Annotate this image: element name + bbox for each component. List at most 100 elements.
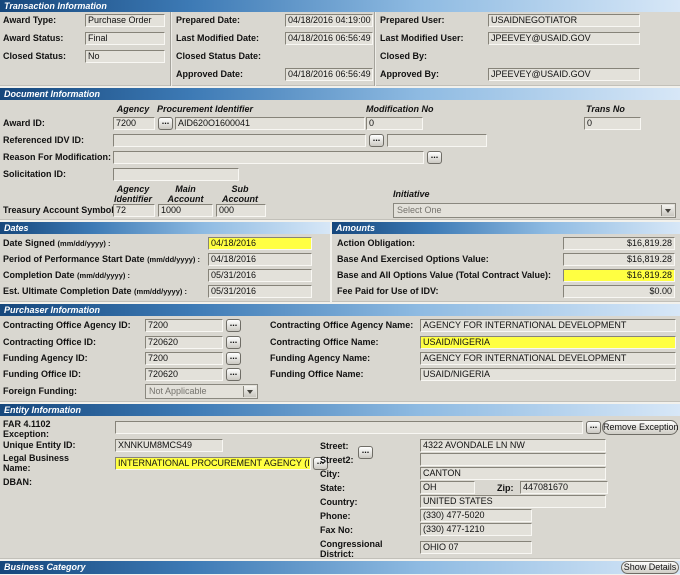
show-details-button[interactable]: Show Details [621,561,679,574]
last-modified-user-field[interactable]: JPEEVEY@USAID.GOV [488,32,640,45]
award-id-piid-field[interactable]: AID620O1600041 [175,117,365,130]
award-id-modification-no-field[interactable]: 0 [366,117,423,130]
funding-office-name-field[interactable]: USAID/NIGERIA [420,368,676,381]
main-account-line2: Account [158,194,213,204]
initiative-column-header: Initiative [393,189,430,199]
congressional-district-label-line1: Congressional [320,539,383,549]
award-status-field[interactable]: Final [85,32,165,45]
entity-section: FAR 4.1102 Exception: ... Remove Excepti… [0,416,680,559]
treasury-account-symbol-label: Treasury Account Symbol: [3,204,117,217]
closed-status-label: Closed Status: [3,50,66,63]
referenced-idv-id-mod-field[interactable] [387,134,487,147]
column-divider [374,12,376,86]
contracting-office-id-field[interactable]: 720620 [145,336,223,349]
referenced-idv-id-lookup-button[interactable]: ... [369,134,384,147]
date-signed-label: Date Signed (mm/dd/yyyy) : [3,237,110,250]
funding-agency-name-field[interactable]: AGENCY FOR INTERNATIONAL DEVELOPMENT [420,352,676,365]
tas-main-account-field[interactable]: 1000 [158,204,213,217]
funding-office-id-lookup-button[interactable]: ... [226,368,241,381]
funding-office-id-label: Funding Office ID: [3,368,81,381]
award-id-agency-field[interactable]: 7200 [113,117,155,130]
purchaser-section-title: Purchaser Information [4,305,100,315]
est-ultimate-completion-date-field[interactable]: 05/31/2016 [208,285,312,298]
est-ultimate-completion-date-label-text: Est. Ultimate Completion Date [3,286,132,296]
base-and-exercised-options-value-field[interactable]: $16,819.28 [563,253,675,266]
address-lookup-button[interactable]: ... [358,446,373,459]
fee-paid-for-use-of-idv-field[interactable]: $0.00 [563,285,675,298]
fax-no-label: Fax No: [320,524,353,537]
far-exception-lookup-button[interactable]: ... [586,421,601,434]
prepared-user-field[interactable]: USAIDNEGOTIATOR [488,14,640,27]
reason-for-modification-lookup-button[interactable]: ... [427,151,442,164]
far-exception-label: FAR 4.1102 Exception: [3,419,51,439]
completion-date-label: Completion Date (mm/dd/yyyy) : [3,269,130,282]
reason-for-modification-field[interactable] [113,151,424,164]
far-exception-field[interactable] [115,421,583,434]
action-obligation-field[interactable]: $16,819.28 [563,237,675,250]
city-label: City: [320,468,340,481]
contracting-office-agency-name-field[interactable]: AGENCY FOR INTERNATIONAL DEVELOPMENT [420,319,676,332]
document-section: Agency Procurement Identifier Modificati… [0,100,680,220]
amounts-section: Action Obligation: $16,819.28 Base And E… [332,234,680,302]
main-account-column-header: Main Account [158,184,213,204]
foreign-funding-dropdown[interactable]: Not Applicable [145,384,258,399]
contracting-office-agency-id-lookup-button[interactable]: ... [226,319,241,332]
state-field[interactable]: OH [420,481,475,494]
est-ultimate-completion-date-label: Est. Ultimate Completion Date (mm/dd/yyy… [3,285,187,298]
contracting-office-agency-id-field[interactable]: 7200 [145,319,223,332]
referenced-idv-id-field[interactable] [113,134,366,147]
solicitation-id-field[interactable] [113,168,239,181]
legal-business-name-field[interactable]: INTERNATIONAL PROCUREMENT AGENCY (I [115,457,311,470]
congressional-district-field[interactable]: OHIO 07 [420,541,532,554]
solicitation-id-label: Solicitation ID: [3,168,66,181]
funding-office-id-field[interactable]: 720620 [145,368,223,381]
base-and-all-options-value-label: Base and All Options Value (Total Contra… [337,269,551,282]
foreign-funding-selected-value: Not Applicable [149,386,207,396]
est-ultimate-completion-date-format-hint: (mm/dd/yyyy) : [134,287,187,296]
prepared-date-field[interactable]: 04/18/2016 04:19:00 [285,14,373,27]
city-field[interactable]: CANTON [420,467,606,480]
legal-business-name-label-line1: Legal Business [3,453,69,463]
unique-entity-id-field[interactable]: XNNKUM8MCS49 [115,439,223,452]
award-id-trans-no-field[interactable]: 0 [584,117,641,130]
award-type-label: Award Type: [3,14,56,27]
purchaser-section-header: Purchaser Information [0,304,680,316]
closed-status-field[interactable]: No [85,50,165,63]
street-field[interactable]: 4322 AVONDALE LN NW [420,439,606,452]
zip-field[interactable]: 447081670 [520,481,608,494]
document-section-title: Document Information [4,89,100,99]
approved-date-field[interactable]: 04/18/2016 06:56:49 [285,68,373,81]
tas-agency-field[interactable]: 72 [113,204,155,217]
street2-label: Street2: [320,454,354,467]
dban-label: DBAN: [3,476,32,489]
entity-section-header: Entity Information [0,404,680,416]
funding-agency-id-field[interactable]: 7200 [145,352,223,365]
country-field[interactable]: UNITED STATES [420,495,606,508]
agency-identifier-column-header: Agency Identifier [104,184,162,204]
award-id-agency-lookup-button[interactable]: ... [158,117,173,130]
contracting-office-id-lookup-button[interactable]: ... [226,336,241,349]
completion-date-field[interactable]: 05/31/2016 [208,269,312,282]
date-signed-field[interactable]: 04/18/2016 [208,237,312,250]
completion-date-label-text: Completion Date [3,270,75,280]
street2-field[interactable] [420,453,606,466]
approved-by-field[interactable]: JPEEVEY@USAID.GOV [488,68,640,81]
sub-account-column-header: Sub Account [214,184,266,204]
remove-exception-button[interactable]: Remove Exception [602,420,678,435]
fax-no-field[interactable]: (330) 477-1210 [420,523,532,536]
funding-agency-id-lookup-button[interactable]: ... [226,352,241,365]
tas-sub-account-field[interactable]: 000 [216,204,266,217]
award-status-label: Award Status: [3,32,63,45]
phone-field[interactable]: (330) 477-5020 [420,509,532,522]
last-modified-user-label: Last Modified User: [380,32,464,45]
contracting-office-name-field[interactable]: USAID/NIGERIA [420,336,676,349]
last-modified-date-field[interactable]: 04/18/2016 06:56:49 [285,32,373,45]
initiative-dropdown[interactable]: Select One [393,203,676,218]
dates-section: Date Signed (mm/dd/yyyy) : 04/18/2016 Pe… [0,234,330,302]
column-divider [170,12,172,86]
award-type-field[interactable]: Purchase Order [85,14,165,27]
far-exception-label-line2: Exception: [3,429,51,439]
phone-label: Phone: [320,510,351,523]
pop-start-date-field[interactable]: 04/18/2016 [208,253,312,266]
base-and-all-options-value-field[interactable]: $16,819.28 [563,269,675,282]
